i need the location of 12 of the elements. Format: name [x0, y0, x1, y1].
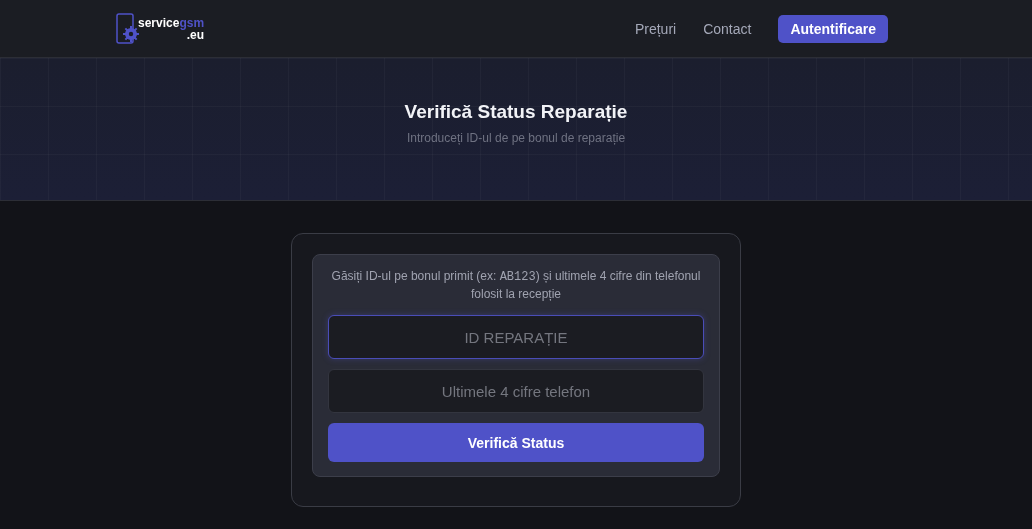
input-field[interactable]: Ultimele 4 cifre telefon	[328, 369, 704, 413]
nav-link[interactable]: Prețuri	[634, 20, 677, 37]
input-field[interactable]: ID REPARAȚIE	[328, 315, 704, 359]
nav-link[interactable]: Contact	[703, 20, 752, 37]
submit-button[interactable]: Verifică Status	[328, 423, 704, 462]
logo-text: service	[138, 15, 180, 30]
login-button[interactable]: Autentificare	[778, 14, 888, 43]
hint-text: Găsiți ID-ul pe bonul primit (ex: AB123) și ultimele 4 cifre din telefonul folosit la recepție	[330, 268, 702, 303]
page-subtitle: Introduceți ID-ul de pe bonul de reparație	[406, 131, 626, 145]
page-title: Verifică Status Reparație	[404, 101, 628, 123]
logo-text: .eu	[186, 28, 205, 41]
logo-text: gsm	[179, 15, 205, 30]
